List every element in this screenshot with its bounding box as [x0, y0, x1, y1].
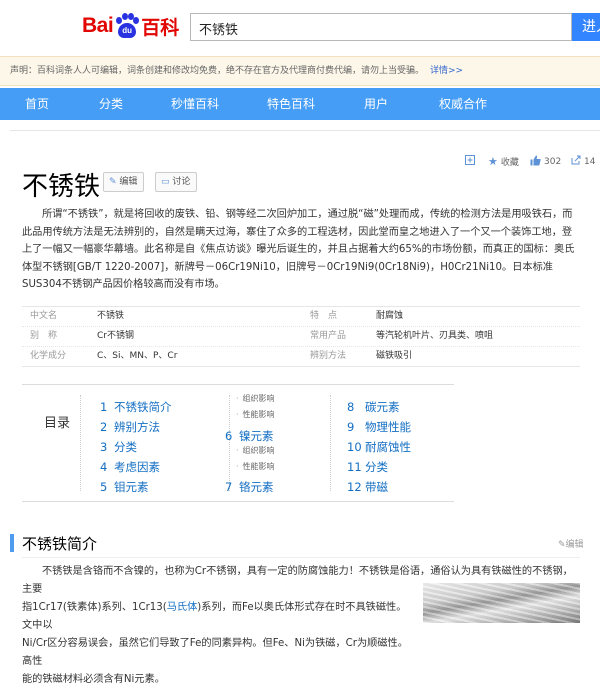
search-button[interactable]: 进入 [572, 13, 600, 41]
nav-home[interactable]: 首页 [25, 88, 49, 120]
toc-item[interactable]: 4 考虑因素 [100, 459, 160, 475]
basic-info-value: 不锈铁 [97, 311, 125, 321]
stainless-sheet-image[interactable] [423, 583, 580, 623]
toc-subitem[interactable]: 组织影响 [236, 393, 275, 404]
toc-item[interactable]: 3 分类 [100, 439, 137, 455]
toc-item[interactable]: 8 碳元素 [347, 399, 400, 415]
star-icon: ★ [488, 155, 498, 168]
basic-info-key: 常用产品 [310, 331, 347, 341]
share-button[interactable]: 14 [571, 155, 595, 168]
toc-item[interactable]: 1 不锈铁简介 [100, 399, 172, 415]
add-icon[interactable] [465, 155, 475, 165]
section-edit-button[interactable]: ✎编辑 [558, 537, 584, 550]
basic-info-value: C、Si、MN、P、Cr [97, 351, 178, 361]
collect-label: 收藏 [500, 158, 519, 168]
search-input[interactable]: 不锈铁 [190, 13, 572, 41]
like-button[interactable]: 302 [530, 155, 561, 169]
entry-title: 不锈铁 [22, 172, 101, 202]
toc-item[interactable]: 5 钼元素 [100, 479, 149, 495]
toc-subitem[interactable]: 性能影响 [236, 461, 275, 472]
nav-miaodong[interactable]: 秒懂百科 [171, 88, 219, 120]
entry-intro: 所谓“不锈铁”，就是将回收的废铁、铅、钢等经二次回炉加工，通过脱“磁”处理而成，… [22, 209, 575, 290]
basic-info-key: 别 称 [30, 331, 58, 341]
basic-info-key: 中文名 [30, 311, 58, 321]
basic-info-row: 中文名 不锈铁 特 点 耐腐蚀 [22, 307, 580, 327]
toc-item[interactable]: 9 物理性能 [347, 419, 411, 435]
basic-info-value: 等汽轮机叶片、刃具类、喷咀 [376, 331, 494, 341]
share-icon [571, 155, 581, 168]
discuss-label: 讨论 [172, 177, 191, 187]
basic-info-row: 别 称 Cr不锈钢 常用产品 等汽轮机叶片、刃具类、喷咀 [22, 327, 580, 347]
edit-label: 编辑 [119, 177, 138, 187]
toc-item[interactable]: 2 辨别方法 [100, 419, 160, 435]
nav-category[interactable]: 分类 [99, 88, 123, 120]
martensite-link[interactable]: 马氏体 [167, 602, 198, 613]
thumbs-up-icon [530, 155, 541, 169]
basic-info-key: 特 点 [310, 311, 338, 321]
basic-info-key: 辨别方法 [310, 351, 347, 361]
toc-subitem[interactable]: 性能影响 [236, 409, 275, 420]
pencil-icon: ✎ [109, 177, 117, 187]
discuss-icon: ▭ [161, 177, 170, 187]
header: Bai du 百科 不锈铁 进入 [0, 0, 600, 56]
pencil-icon: ✎ [558, 540, 566, 550]
section-edit-label: 编辑 [565, 540, 584, 550]
basic-info-value: 耐腐蚀 [376, 311, 404, 321]
basic-info-key: 化学成分 [30, 351, 67, 361]
logo-baike: 百科 [141, 16, 180, 39]
toc-item[interactable]: 7 铬元素 [225, 479, 274, 495]
share-count: 14 [584, 156, 596, 167]
paragraph-line: 指1Cr17(铁素体)系列、1Cr13(马氏体)系列，而Fe以奥氏体形式存在时不… [22, 602, 407, 631]
nav-special[interactable]: 特色百科 [267, 88, 315, 120]
toc-label: 目录 [44, 416, 71, 431]
toc-item[interactable]: 12 带磁 [347, 479, 388, 495]
section-body: 不锈铁是含铬而不含镍的，也称为Cr不锈钢，具有一定的防腐蚀能力！不锈铁是俗语，通… [22, 563, 580, 689]
toc-item[interactable]: 10 耐腐蚀性 [347, 439, 411, 455]
section-title: 不锈铁简介 [22, 535, 98, 553]
basic-info-row: 化学成分 C、Si、MN、P、Cr 辨别方法 磁铁吸引 [22, 347, 580, 366]
edit-button[interactable]: ✎ 编辑 [103, 172, 145, 192]
section-divider [22, 557, 580, 558]
toc-subitem[interactable]: 组织影响 [236, 445, 275, 456]
basic-info-value: Cr不锈钢 [97, 331, 134, 341]
logo-bai: Bai [82, 14, 114, 37]
nav-user[interactable]: 用户 [364, 88, 388, 120]
notice-bar: 声明：百科词条人人可编辑，词条创建和修改均免费，绝不存在官方及代理商付费代编，请… [0, 56, 600, 86]
basic-info-value: 磁铁吸引 [376, 351, 413, 361]
main-nav: 首页 分类 秒懂百科 特色百科 用户 权威合作 [0, 88, 600, 120]
toc-divider [80, 395, 81, 491]
like-count: 302 [544, 157, 562, 167]
logo-du: du [118, 23, 137, 38]
paragraph-line: 能的铁磁材料必须含有Ni元素。 [22, 674, 165, 685]
collect-button[interactable]: ★ 收藏 [488, 155, 519, 168]
section-marker [10, 534, 14, 552]
paw-icon: du [114, 13, 140, 39]
paragraph-line: Ni/Cr区分容易误会，虽然它们导致了Fe的同素异构。但Fe、Ni为铁磁，Cr为… [22, 638, 408, 667]
notice-more-link[interactable]: 详情>> [430, 66, 463, 76]
discuss-button[interactable]: ▭ 讨论 [155, 172, 198, 192]
toc-item[interactable]: 6 镍元素 [225, 428, 274, 444]
toc-divider [330, 395, 331, 491]
table-of-contents: 目录 1不锈铁简介 2辨别方法 3分类 4考虑因素 5钼元素 组织影响 性能影响… [22, 384, 454, 502]
notice-text: 声明：百科词条人人可编辑，词条创建和修改均免费，绝不存在官方及代理商付费代编，请… [10, 66, 425, 76]
nav-authority[interactable]: 权威合作 [439, 88, 487, 120]
basic-info-table: 中文名 不锈铁 特 点 耐腐蚀 别 称 Cr不锈钢 常用产品 等汽轮机叶片、刃具… [22, 306, 580, 367]
baidu-baike-logo[interactable]: Bai du 百科 [82, 13, 179, 39]
toc-item[interactable]: 11 分类 [347, 459, 388, 475]
